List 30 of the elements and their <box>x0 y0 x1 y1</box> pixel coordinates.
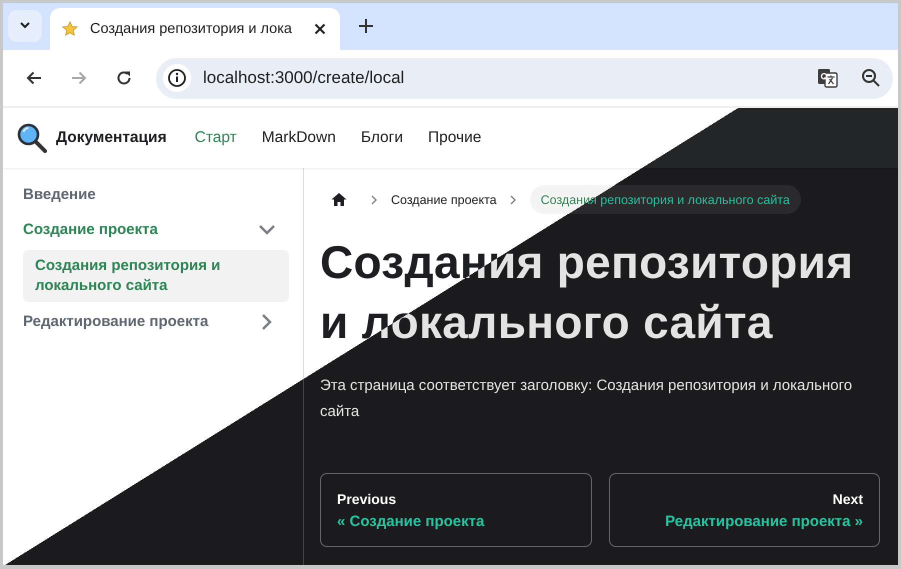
nav-link[interactable]: Блоги <box>360 129 403 147</box>
star-icon <box>62 21 78 37</box>
site-title[interactable]: Документация <box>56 129 167 147</box>
chevron-right-icon <box>508 194 517 204</box>
chevron-right-icon <box>370 194 378 204</box>
caret-icon <box>20 22 30 29</box>
sidebar-item[interactable]: Редактирование проекта <box>23 307 208 337</box>
next-page-link[interactable]: Next Редактирование проекта » <box>608 473 880 547</box>
home-icon[interactable] <box>331 192 347 207</box>
browser-tab[interactable]: Создания репозитория и лока <box>50 8 340 50</box>
info-icon[interactable] <box>163 64 191 92</box>
url-text: localhost:3000/create/local <box>203 68 404 88</box>
tab-title: Создания репозитория и лока <box>90 21 293 37</box>
sidebar-item[interactable]: Введение <box>23 180 96 210</box>
translate-icon[interactable] <box>817 67 839 89</box>
back-arrow-icon[interactable] <box>25 69 43 87</box>
address-bar[interactable]: localhost:3000/create/local <box>156 58 893 98</box>
breadcrumb-link[interactable]: Создание проекта <box>391 185 497 214</box>
sidebar-item[interactable]: Создание проекта <box>23 215 158 245</box>
magnifier-icon[interactable] <box>17 123 47 153</box>
nav-link[interactable]: MarkDown <box>262 129 336 147</box>
nav-link[interactable]: Старт <box>194 129 237 147</box>
close-icon[interactable] <box>314 23 326 35</box>
reload-icon[interactable] <box>115 69 133 87</box>
body-text: Эта страница соответствует заголовку: Создания репозитория и локального сайта <box>320 376 854 422</box>
sidebar-item[interactable]: Создания репозитория и локального сайта <box>23 250 289 302</box>
plus-icon[interactable] <box>359 18 373 32</box>
zoom-out-icon[interactable] <box>861 68 881 88</box>
prev-page-link[interactable]: Previous « Создание проекта <box>320 473 592 547</box>
nav-link[interactable]: Прочие <box>428 129 482 147</box>
